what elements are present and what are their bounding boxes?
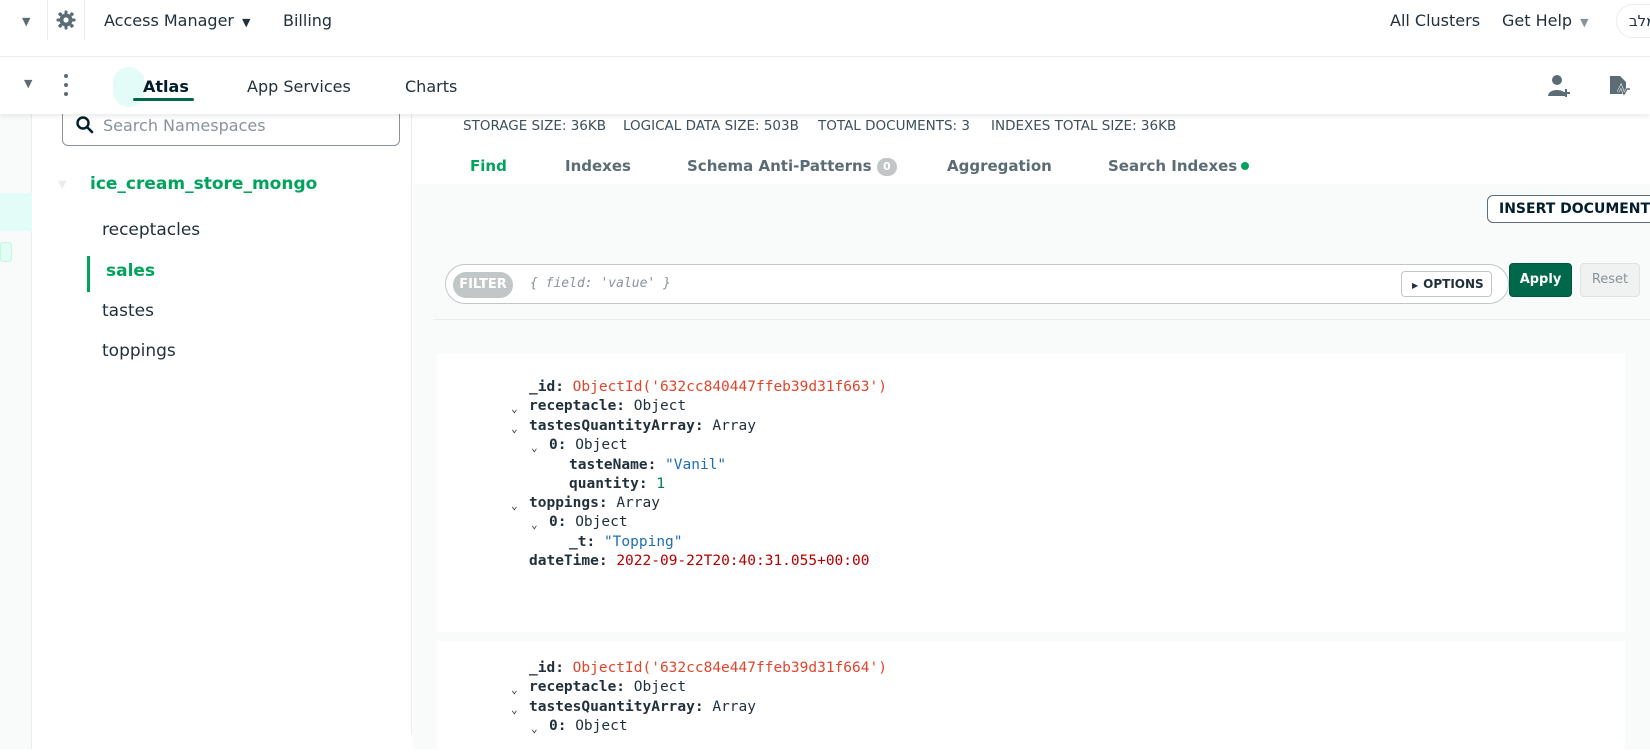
field-id: _id: ObjectId('632cc840447ffeb39d31f663'…: [529, 379, 887, 395]
indexes-total-size: INDEXES TOTAL SIZE: 36KB: [991, 118, 1177, 134]
field-date-time: dateTime: 2022-09-22T20:40:31.055+00:00: [529, 553, 870, 569]
access-manager-label: Access Manager: [104, 11, 234, 30]
collapse-icon[interactable]: ⌄: [531, 441, 538, 454]
search-placeholder: Search Namespaces: [103, 116, 266, 135]
project-dropdown-caret-icon[interactable]: ▼: [24, 77, 32, 90]
object-id-value: ObjectId('632cc840447ffeb39d31f663'): [572, 379, 887, 395]
chevron-down-icon: ▼: [242, 16, 251, 29]
logical-data-size: LOGICAL DATA SIZE: 503B: [623, 118, 799, 134]
schema-tab-label: Schema Anti-Patterns: [687, 157, 872, 175]
document-card[interactable]: _id: ObjectId('632cc84e447ffeb39d31f664'…: [437, 632, 1625, 752]
field-taste-item: 0: Object: [549, 718, 628, 734]
filter-label: FILTER: [453, 272, 513, 298]
options-button[interactable]: ▶ OPTIONS: [1401, 271, 1492, 297]
invite-user-icon[interactable]: [1545, 72, 1573, 100]
top-bar: ▼ Access Manager ▼ Billing All Clusters G…: [0, 0, 1650, 57]
search-icon: [76, 116, 94, 134]
collapse-icon[interactable]: ⌄: [511, 703, 518, 716]
collapse-icon[interactable]: ⌄: [511, 499, 518, 512]
field-topping-t: _t: "Topping": [569, 534, 683, 550]
collapse-icon[interactable]: ⌄: [511, 422, 518, 435]
settings-button[interactable]: [47, 0, 85, 40]
apply-button[interactable]: Apply: [1509, 263, 1572, 297]
field-receptacle: receptacle: Object: [529, 398, 687, 414]
collapse-icon[interactable]: ⌄: [511, 402, 518, 415]
field-toppings: toppings: Array: [529, 495, 660, 511]
get-help-menu[interactable]: Get Help ▼: [1502, 11, 1589, 30]
tab-aggregation[interactable]: Aggregation: [947, 157, 1052, 175]
filter-input[interactable]: { field: 'value' }: [530, 276, 671, 291]
rail-chip: [0, 242, 12, 262]
active-tab-underline: [133, 98, 194, 101]
collapse-icon[interactable]: ⌄: [531, 518, 538, 531]
chevron-down-icon: ▼: [1580, 16, 1589, 29]
tab-search-indexes[interactable]: Search Indexes: [1108, 157, 1250, 175]
document-card[interactable]: _id: ObjectId('632cc840447ffeb39d31f663'…: [437, 354, 1625, 632]
active-tab-highlight: [113, 67, 145, 107]
tab-atlas[interactable]: Atlas: [143, 77, 189, 96]
field-tastes-array: tastesQuantityArray: Array: [529, 699, 756, 715]
total-documents: TOTAL DOCUMENTS: 3: [818, 118, 970, 134]
collapse-icon[interactable]: ⌄: [511, 683, 518, 696]
field-taste-name: tasteName: "Vanil": [569, 457, 727, 473]
field-id: _id: ObjectId('632cc84e447ffeb39d31f664'…: [529, 660, 887, 676]
tab-app-services[interactable]: App Services: [247, 77, 351, 96]
billing-link[interactable]: Billing: [283, 11, 332, 30]
object-id-value: ObjectId('632cc84e447ffeb39d31f664'): [572, 660, 887, 676]
tab-indexes[interactable]: Indexes: [565, 157, 631, 175]
database-name: ice_cream_store_mongo: [90, 174, 318, 194]
filter-bar: FILTER { field: 'value' } ▶ OPTIONS: [445, 264, 1509, 304]
rail-active-item[interactable]: [0, 193, 32, 231]
field-taste-item: 0: Object: [549, 437, 628, 453]
collection-stats: STORAGE SIZE: 36KB LOGICAL DATA SIZE: 50…: [413, 114, 1650, 184]
active-collection-indicator: [87, 256, 90, 292]
gear-icon: [56, 10, 76, 30]
namespace-sidebar: Search Namespaces ▼ ice_cream_store_mong…: [32, 106, 412, 735]
collection-item-toppings[interactable]: toppings: [102, 341, 176, 361]
org-dropdown-caret-icon[interactable]: ▼: [22, 15, 30, 28]
user-menu-button[interactable]: מלב: [1616, 4, 1650, 38]
collection-item-tastes[interactable]: tastes: [102, 301, 154, 321]
field-receptacle: receptacle: Object: [529, 679, 687, 695]
all-clusters-link[interactable]: All Clusters: [1390, 11, 1480, 30]
access-manager-menu[interactable]: Access Manager ▼: [104, 11, 250, 30]
tab-find[interactable]: Find: [470, 157, 507, 175]
kebab-menu-icon[interactable]: [60, 74, 72, 96]
storage-size: STORAGE SIZE: 36KB: [463, 118, 607, 134]
search-indexes-label: Search Indexes: [1108, 157, 1238, 175]
get-help-label: Get Help: [1502, 11, 1573, 30]
collection-item-sales[interactable]: sales: [106, 261, 155, 281]
schema-count-badge: 0: [876, 158, 897, 176]
status-dot-icon: [1241, 162, 1250, 170]
insert-document-button[interactable]: INSERT DOCUMENT: [1487, 195, 1650, 223]
expand-icon[interactable]: ▼: [58, 178, 66, 191]
field-tastes-array: tastesQuantityArray: Array: [529, 418, 756, 434]
reset-button[interactable]: Reset: [1580, 263, 1640, 297]
activity-feed-icon[interactable]: [1604, 72, 1632, 100]
field-quantity: quantity: 1: [569, 476, 666, 492]
collection-view: STORAGE SIZE: 36KB LOGICAL DATA SIZE: 50…: [413, 114, 1650, 752]
divider: [433, 319, 1650, 320]
product-nav: ▼ Atlas App Services Charts: [0, 57, 1650, 114]
options-label: OPTIONS: [1423, 277, 1484, 291]
field-topping-item: 0: Object: [549, 514, 628, 530]
collection-item-receptacles[interactable]: receptacles: [102, 220, 200, 240]
collapse-icon[interactable]: ⌄: [531, 722, 538, 735]
caret-right-icon: ▶: [1412, 281, 1419, 290]
tab-schema-anti-patterns[interactable]: Schema Anti-Patterns 0: [687, 157, 897, 176]
tab-charts[interactable]: Charts: [405, 77, 457, 96]
left-rail: [0, 114, 32, 749]
